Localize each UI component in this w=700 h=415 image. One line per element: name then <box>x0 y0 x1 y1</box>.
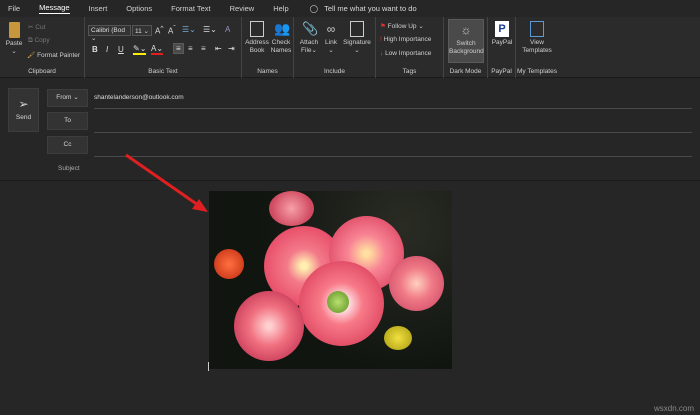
numbering-button[interactable]: ☰⌄ <box>203 25 217 34</box>
paypal-icon: P <box>495 21 509 37</box>
group-label: Dark Mode <box>449 68 482 75</box>
group-dark-mode: ☼ Switch Background Dark Mode <box>444 17 488 78</box>
tab-file[interactable]: File <box>8 4 20 13</box>
group-label: Include <box>324 68 345 75</box>
check-names-icon: 👥 <box>274 21 291 36</box>
view-templates-button[interactable]: View Templates <box>518 21 556 55</box>
check-names-button[interactable]: 👥 Check Names <box>269 21 293 55</box>
font-size-select[interactable]: 11 ⌄ <box>132 25 152 36</box>
decrease-indent-button[interactable]: ⇤ <box>215 44 222 53</box>
group-names: Address Book 👥 Check Names Names <box>242 17 294 78</box>
sun-icon: ☼ <box>460 23 472 37</box>
paperclip-icon: 📎 <box>302 21 319 36</box>
underline-button[interactable]: U <box>118 45 124 54</box>
tab-format-text[interactable]: Format Text <box>171 4 210 13</box>
align-right-button[interactable]: ≡ <box>201 44 206 53</box>
watermark: wsxdn.com <box>653 404 694 413</box>
tab-help[interactable]: Help <box>273 4 288 13</box>
tell-me-search[interactable]: ◯ Tell me what you want to do <box>310 4 417 13</box>
link-button[interactable]: ∞ Link ⌄ <box>321 21 341 55</box>
group-tags: ⚑ Follow Up ⌄ ! High Importance ↓ Low Im… <box>376 17 444 78</box>
red-arrow-annotation <box>125 153 208 212</box>
tab-message[interactable]: Message <box>39 3 70 14</box>
group-my-templates: View Templates My Templates <box>516 17 558 78</box>
tab-review[interactable]: Review <box>230 4 255 13</box>
group-clipboard: Paste ⌄ ✂ Cut ⧉ Copy 🖌 Format Painter Cli… <box>0 17 85 78</box>
tab-insert[interactable]: Insert <box>89 4 108 13</box>
ribbon-tabs: File Message Insert Options Format Text … <box>0 0 700 16</box>
highlight-button[interactable]: ✎⌄ <box>133 44 147 55</box>
bullets-button[interactable]: ☰⌄ <box>182 25 196 34</box>
group-label: My Templates <box>517 68 557 75</box>
group-label: Tags <box>402 68 417 75</box>
ribbon: Paste ⌄ ✂ Cut ⧉ Copy 🖌 Format Painter Cli… <box>0 17 700 78</box>
group-label: Names <box>257 68 278 75</box>
increase-indent-button[interactable]: ⇥ <box>228 44 235 53</box>
cut-button[interactable]: ✂ Cut <box>28 23 45 31</box>
copy-button[interactable]: ⧉ Copy <box>28 37 50 45</box>
brush-icon: 🖌 <box>27 52 36 59</box>
paypal-button[interactable]: P PayPal <box>490 21 514 47</box>
paste-button[interactable]: Paste ⌄ <box>4 22 24 56</box>
font-name-select[interactable]: Calibri (Bod ⌄ <box>88 25 131 42</box>
grow-font-button[interactable]: A^ <box>155 25 163 36</box>
follow-up-button[interactable]: ⚑ Follow Up ⌄ <box>380 22 424 30</box>
clear-formatting-button[interactable]: A <box>225 25 230 34</box>
high-importance-button[interactable]: ! High Importance <box>380 36 431 43</box>
tab-options[interactable]: Options <box>126 4 152 13</box>
group-label: PayPal <box>491 68 512 75</box>
group-basic-text: Calibri (Bod ⌄ 11 ⌄ A^ Aˇ ☰⌄ ☰⌄ A B I U … <box>85 17 242 78</box>
align-center-button[interactable]: ≡ <box>188 44 193 53</box>
exclamation-icon: ! <box>380 36 382 43</box>
signature-icon <box>350 21 364 37</box>
font-color-button[interactable]: A⌄ <box>151 44 164 55</box>
attach-file-button[interactable]: 📎 Attach File⌄ <box>297 21 321 55</box>
align-left-button[interactable]: ≡ <box>173 43 184 54</box>
switch-background-button[interactable]: ☼ Switch Background <box>448 19 484 63</box>
address-book-icon <box>250 21 264 37</box>
templates-icon <box>530 21 544 37</box>
flag-icon: ⚑ <box>380 23 386 30</box>
group-label: Clipboard <box>28 68 56 75</box>
signature-button[interactable]: Signature ⌄ <box>342 21 372 55</box>
group-label: Basic Text <box>148 68 178 75</box>
down-arrow-icon: ↓ <box>380 50 384 57</box>
address-book-button[interactable]: Address Book <box>245 21 269 55</box>
tell-me-text: Tell me what you want to do <box>324 3 417 13</box>
bold-button[interactable]: B <box>92 45 98 54</box>
shrink-font-button[interactable]: Aˇ <box>168 25 176 36</box>
link-icon: ∞ <box>326 22 336 36</box>
format-painter-button[interactable]: 🖌 Format Painter <box>27 51 80 59</box>
lightbulb-icon: ◯ <box>309 3 319 13</box>
compose-area: ➢ Send From ⌄ shantelanderson@outlook.com… <box>0 79 700 415</box>
paste-icon <box>8 22 20 38</box>
group-include: 📎 Attach File⌄ ∞ Link ⌄ Signature ⌄ Include <box>294 17 376 78</box>
group-paypal: P PayPal PayPal <box>488 17 516 78</box>
low-importance-button[interactable]: ↓ Low Importance <box>380 50 431 57</box>
italic-button[interactable]: I <box>106 45 108 54</box>
